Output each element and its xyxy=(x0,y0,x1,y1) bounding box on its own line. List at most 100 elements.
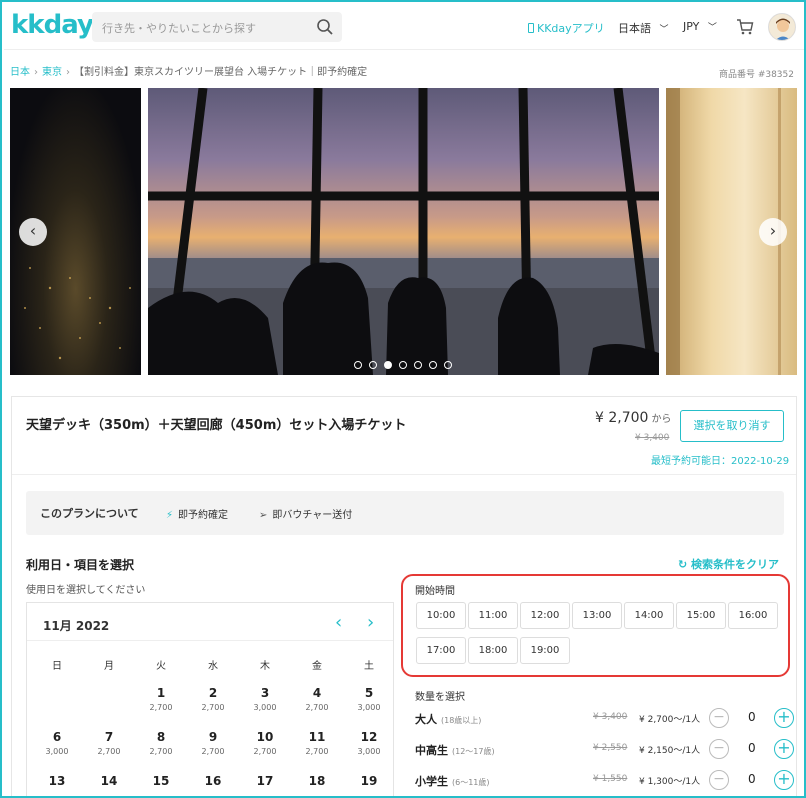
app-link-label: KKdayアプリ xyxy=(537,22,605,35)
quantity-value: 0 xyxy=(748,772,756,786)
day-price: 2,700 xyxy=(305,747,329,756)
gallery-image-main[interactable] xyxy=(148,88,659,375)
calendar-day[interactable]: 16 xyxy=(187,774,239,791)
day-number: 8 xyxy=(156,730,166,744)
app-download-link[interactable]: KKdayアプリ xyxy=(528,20,605,36)
gallery-dot[interactable] xyxy=(444,361,452,369)
decrease-quantity-button[interactable]: − xyxy=(709,708,729,728)
calendar-day[interactable]: 13 xyxy=(31,774,83,791)
gallery-dot[interactable] xyxy=(399,361,407,369)
day-number: 4 xyxy=(312,686,322,700)
calendar-day[interactable]: 12 3,000 xyxy=(343,730,395,756)
currency-select[interactable]: JPY ﹀ xyxy=(683,20,717,33)
calendar-day[interactable]: 1 2,700 xyxy=(135,686,187,712)
calendar-day[interactable]: 15 xyxy=(135,774,187,791)
calendar-day[interactable]: 3 3,000 xyxy=(239,686,291,712)
earliest-date: 最短予約可能日：2022-10-29 xyxy=(651,456,790,467)
weekday-header: 日 xyxy=(52,661,62,672)
time-slot-button[interactable]: 17:00 xyxy=(416,637,466,664)
user-avatar[interactable] xyxy=(768,13,796,41)
decrease-quantity-button[interactable]: − xyxy=(709,739,729,759)
calendar-day[interactable]: 8 2,700 xyxy=(135,730,187,756)
plan-price: ¥ 2,700 から xyxy=(595,410,671,426)
calendar-next-button[interactable]: › xyxy=(367,612,374,633)
gallery-dot[interactable] xyxy=(384,361,392,369)
site-header: kkday 行き先・やりたいことから探す KKdayアプリ 日本語 ﹀ JPY … xyxy=(4,4,804,50)
feature-instant-confirm: ⚡ 即予約確定 xyxy=(166,506,228,521)
time-slot-button[interactable]: 16:00 xyxy=(728,602,778,629)
day-number: 11 xyxy=(308,730,326,744)
decrease-quantity-button[interactable]: − xyxy=(709,770,729,790)
gallery-dot[interactable] xyxy=(369,361,377,369)
day-number: 5 xyxy=(364,686,374,700)
kkday-logo[interactable]: kkday xyxy=(11,10,94,40)
gallery-next-button[interactable]: › xyxy=(759,218,787,246)
deselect-button[interactable]: 選択を取り消す xyxy=(680,410,784,442)
gallery-dot[interactable] xyxy=(429,361,437,369)
time-slot-button[interactable]: 15:00 xyxy=(676,602,726,629)
gallery-dot[interactable] xyxy=(414,361,422,369)
calendar-day[interactable]: 17 xyxy=(239,774,291,791)
start-time-label: 開始時間 xyxy=(415,586,455,597)
feature-label: 即バウチャー送付 xyxy=(272,510,353,521)
feature-instant-voucher: ➢ 即バウチャー送付 xyxy=(259,506,352,521)
calendar-day[interactable]: 19 xyxy=(343,774,395,791)
quantity-row: 大人 (18歳以上) ¥ 3,400 ¥ 2,700〜/1人 − 0 + xyxy=(415,708,794,730)
time-slot-button[interactable]: 18:00 xyxy=(468,637,518,664)
search-icon[interactable] xyxy=(316,18,334,36)
search-input[interactable]: 行き先・やりたいことから探す xyxy=(102,20,256,36)
search-bar[interactable]: 行き先・やりたいことから探す xyxy=(92,12,342,42)
calendar-day[interactable]: 14 xyxy=(83,774,135,791)
ticket-age-range: (12〜17歳) xyxy=(452,747,495,756)
day-price: 2,700 xyxy=(201,703,225,712)
language-select[interactable]: 日本語 ﹀ xyxy=(618,20,669,36)
day-number: 1 xyxy=(156,686,166,700)
ticket-old-price: ¥ 3,400 xyxy=(593,712,628,722)
day-price: 2,700 xyxy=(201,747,225,756)
calendar-day[interactable]: 2 2,700 xyxy=(187,686,239,712)
gallery-dot[interactable] xyxy=(354,361,362,369)
calendar-day[interactable]: 7 2,700 xyxy=(83,730,135,756)
calendar-day[interactable]: 4 2,700 xyxy=(291,686,343,712)
time-slot-button[interactable]: 11:00 xyxy=(468,602,518,629)
breadcrumb-tokyo[interactable]: 東京 xyxy=(42,67,62,78)
plan-about: このプランについて ⚡ 即予約確定 ➢ 即バウチャー送付 xyxy=(26,491,784,535)
calendar-day[interactable]: 11 2,700 xyxy=(291,730,343,756)
clear-filters-button[interactable]: ↻ 検索条件をクリア xyxy=(678,556,779,572)
ticket-old-price: ¥ 1,550 xyxy=(593,774,628,784)
quantity-label: 数量を選択 xyxy=(415,692,465,703)
quantity-row: 小学生 (6〜11歳) ¥ 1,550 ¥ 1,300〜/1人 − 0 + xyxy=(415,770,794,792)
date-hint: 使用日を選択してください xyxy=(26,585,146,596)
plan-old-price: ¥ 3,400 xyxy=(635,433,670,443)
day-price: 3,000 xyxy=(357,703,381,712)
gallery-prev-button[interactable]: ‹ xyxy=(19,218,47,246)
calendar-day[interactable]: 9 2,700 xyxy=(187,730,239,756)
increase-quantity-button[interactable]: + xyxy=(774,739,794,759)
increase-quantity-button[interactable]: + xyxy=(774,770,794,790)
time-slot-button[interactable]: 19:00 xyxy=(520,637,570,664)
weekday-header: 火 xyxy=(156,661,166,672)
breadcrumb: 日本 › 東京 › 【割引料金】東京スカイツリー展望台 入場チケット｜即予約確定 xyxy=(10,63,367,78)
time-slot-button[interactable]: 13:00 xyxy=(572,602,622,629)
calendar-prev-button[interactable]: ‹ xyxy=(335,612,342,633)
calendar-day[interactable]: 10 2,700 xyxy=(239,730,291,756)
day-price: 2,700 xyxy=(97,747,121,756)
breadcrumb-japan[interactable]: 日本 xyxy=(10,67,30,78)
day-number: 3 xyxy=(260,686,270,700)
day-number: 19 xyxy=(360,774,378,788)
calendar-day[interactable]: 6 3,000 xyxy=(31,730,83,756)
day-number: 10 xyxy=(256,730,274,744)
time-slot-button[interactable]: 10:00 xyxy=(416,602,466,629)
time-slot-button[interactable]: 12:00 xyxy=(520,602,570,629)
breadcrumb-separator: › xyxy=(34,67,38,78)
calendar-day[interactable]: 5 3,000 xyxy=(343,686,395,712)
quantity-row: 中高生 (12〜17歳) ¥ 2,550 ¥ 2,150〜/1人 − 0 + xyxy=(415,739,794,761)
day-number: 6 xyxy=(52,730,62,744)
price-from: から xyxy=(651,414,672,425)
increase-quantity-button[interactable]: + xyxy=(774,708,794,728)
plan-title: 天望デッキ（350m）＋天望回廊（450m）セット入場チケット xyxy=(26,418,407,433)
time-slot-button[interactable]: 14:00 xyxy=(624,602,674,629)
calendar-day[interactable]: 18 xyxy=(291,774,343,791)
cart-icon[interactable] xyxy=(736,18,754,36)
about-title: このプランについて xyxy=(40,507,139,520)
